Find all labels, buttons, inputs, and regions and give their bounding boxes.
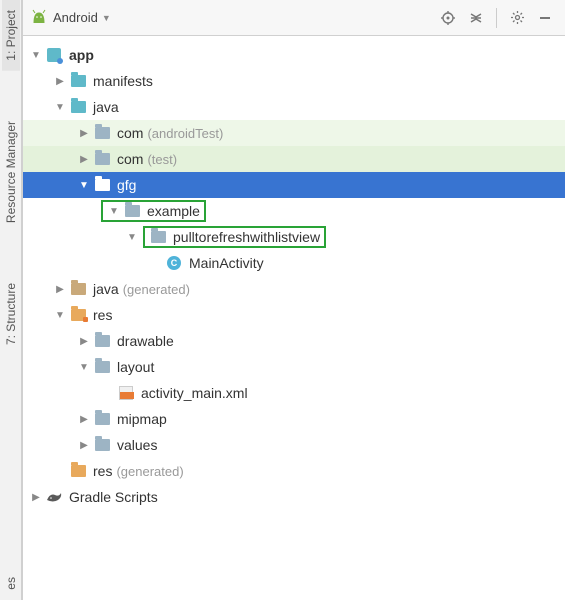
tab-project[interactable]: 1: Project: [2, 0, 20, 71]
folder-icon: [123, 203, 141, 219]
tree-node-manifests[interactable]: ▶ manifests: [23, 68, 565, 94]
tree-node-layout[interactable]: ▼ layout: [23, 354, 565, 380]
highlight-box: pulltorefreshwithlistview: [143, 226, 326, 248]
expand-arrow[interactable]: ▶: [53, 284, 67, 295]
tree-node-activity-main-xml[interactable]: ▶ activity_main.xml: [23, 380, 565, 406]
tree-node-java[interactable]: ▼ java: [23, 94, 565, 120]
tree-node-example[interactable]: ▼ example: [23, 198, 565, 224]
node-label: layout: [117, 359, 154, 375]
highlight-box: ▼ example: [101, 200, 206, 222]
tree-node-drawable[interactable]: ▶ drawable: [23, 328, 565, 354]
node-label: values: [117, 437, 157, 453]
settings-button[interactable]: [505, 6, 529, 30]
node-label: java: [93, 281, 119, 297]
tree-node-mainactivity[interactable]: ▶ C MainActivity: [23, 250, 565, 276]
node-qualifier: (test): [147, 152, 177, 167]
tree-node-res-generated[interactable]: ▶ res (generated): [23, 458, 565, 484]
node-label: manifests: [93, 73, 153, 89]
node-label: pulltorefreshwithlistview: [173, 229, 320, 245]
expand-arrow[interactable]: ▶: [29, 492, 43, 503]
tree-node-app[interactable]: ▼ app: [23, 42, 565, 68]
node-label: example: [147, 203, 200, 219]
node-label: java: [93, 99, 119, 115]
tree-node-values[interactable]: ▶ values: [23, 432, 565, 458]
gradle-icon: [45, 489, 63, 505]
view-mode-label: Android: [53, 10, 98, 25]
android-icon: [31, 9, 47, 26]
project-panel: Android ▼ ▼ app ▶ manifests: [22, 0, 565, 600]
tab-structure-label: 7: Structure: [4, 283, 18, 345]
expand-arrow[interactable]: ▼: [77, 180, 91, 191]
folder-icon: [93, 177, 111, 193]
node-label: mipmap: [117, 411, 167, 427]
collapse-all-button[interactable]: [464, 6, 488, 30]
tree-node-com-androidtest[interactable]: ▶ com (androidTest): [23, 120, 565, 146]
expand-arrow[interactable]: ▼: [125, 232, 139, 243]
tree-node-pulltorefresh[interactable]: ▼ pulltorefreshwithlistview: [23, 224, 565, 250]
node-label: gfg: [117, 177, 136, 193]
module-icon: [45, 47, 63, 63]
tab-resource-manager[interactable]: Resource Manager: [2, 111, 20, 233]
node-label: drawable: [117, 333, 174, 349]
folder-icon: [149, 229, 167, 245]
expand-arrow[interactable]: ▶: [53, 76, 67, 87]
tab-project-label: 1: Project: [4, 10, 18, 61]
expand-arrow[interactable]: ▼: [53, 102, 67, 113]
chevron-down-icon: ▼: [102, 13, 111, 23]
node-qualifier: (generated): [123, 282, 190, 297]
folder-icon: [93, 437, 111, 453]
node-label: com: [117, 151, 143, 167]
folder-icon: [93, 411, 111, 427]
folder-icon: [69, 463, 87, 479]
folder-icon: [69, 73, 87, 89]
tree-node-java-generated[interactable]: ▶ java (generated): [23, 276, 565, 302]
node-label: MainActivity: [189, 255, 264, 271]
tab-cut-label: es: [4, 577, 18, 590]
view-mode-dropdown[interactable]: Android ▼: [53, 10, 111, 25]
node-qualifier: (generated): [116, 464, 183, 479]
project-tree[interactable]: ▼ app ▶ manifests ▼ java ▶ com (androidT…: [23, 36, 565, 600]
expand-arrow[interactable]: ▶: [77, 414, 91, 425]
folder-icon: [93, 333, 111, 349]
expand-arrow[interactable]: ▼: [107, 206, 121, 217]
class-icon: C: [165, 255, 183, 271]
tree-node-com-test[interactable]: ▶ com (test): [23, 146, 565, 172]
select-opened-file-button[interactable]: [436, 6, 460, 30]
tree-node-mipmap[interactable]: ▶ mipmap: [23, 406, 565, 432]
tree-node-gfg[interactable]: ▼ gfg: [23, 172, 565, 198]
expand-arrow[interactable]: ▼: [53, 310, 67, 321]
node-qualifier: (androidTest): [147, 126, 223, 141]
node-label: Gradle Scripts: [69, 489, 158, 505]
folder-icon: [69, 307, 87, 323]
tab-resource-label: Resource Manager: [4, 121, 18, 223]
node-label: app: [69, 47, 94, 63]
tab-structure[interactable]: 7: Structure: [2, 273, 20, 355]
expand-arrow[interactable]: ▶: [77, 128, 91, 139]
expand-arrow[interactable]: ▶: [77, 154, 91, 165]
node-label: res: [93, 307, 112, 323]
expand-arrow[interactable]: ▼: [77, 362, 91, 373]
folder-icon: [69, 281, 87, 297]
tab-cut[interactable]: es: [2, 567, 20, 600]
folder-icon: [93, 151, 111, 167]
tree-node-res[interactable]: ▼ res: [23, 302, 565, 328]
folder-icon: [69, 99, 87, 115]
node-label: res: [93, 463, 112, 479]
node-label: com: [117, 125, 143, 141]
expand-arrow[interactable]: ▶: [77, 440, 91, 451]
expand-arrow[interactable]: ▼: [29, 50, 43, 61]
node-label: activity_main.xml: [141, 385, 248, 401]
hide-button[interactable]: [533, 6, 557, 30]
tool-window-tabs: 1: Project Resource Manager 7: Structure…: [0, 0, 22, 600]
tree-node-gradle-scripts: ▶ Gradle Scripts: [23, 484, 565, 510]
xml-file-icon: [117, 385, 135, 401]
expand-arrow[interactable]: ▶: [77, 336, 91, 347]
folder-icon: [93, 125, 111, 141]
project-toolbar: Android ▼: [23, 0, 565, 36]
folder-icon: [93, 359, 111, 375]
toolbar-separator: [496, 8, 497, 28]
